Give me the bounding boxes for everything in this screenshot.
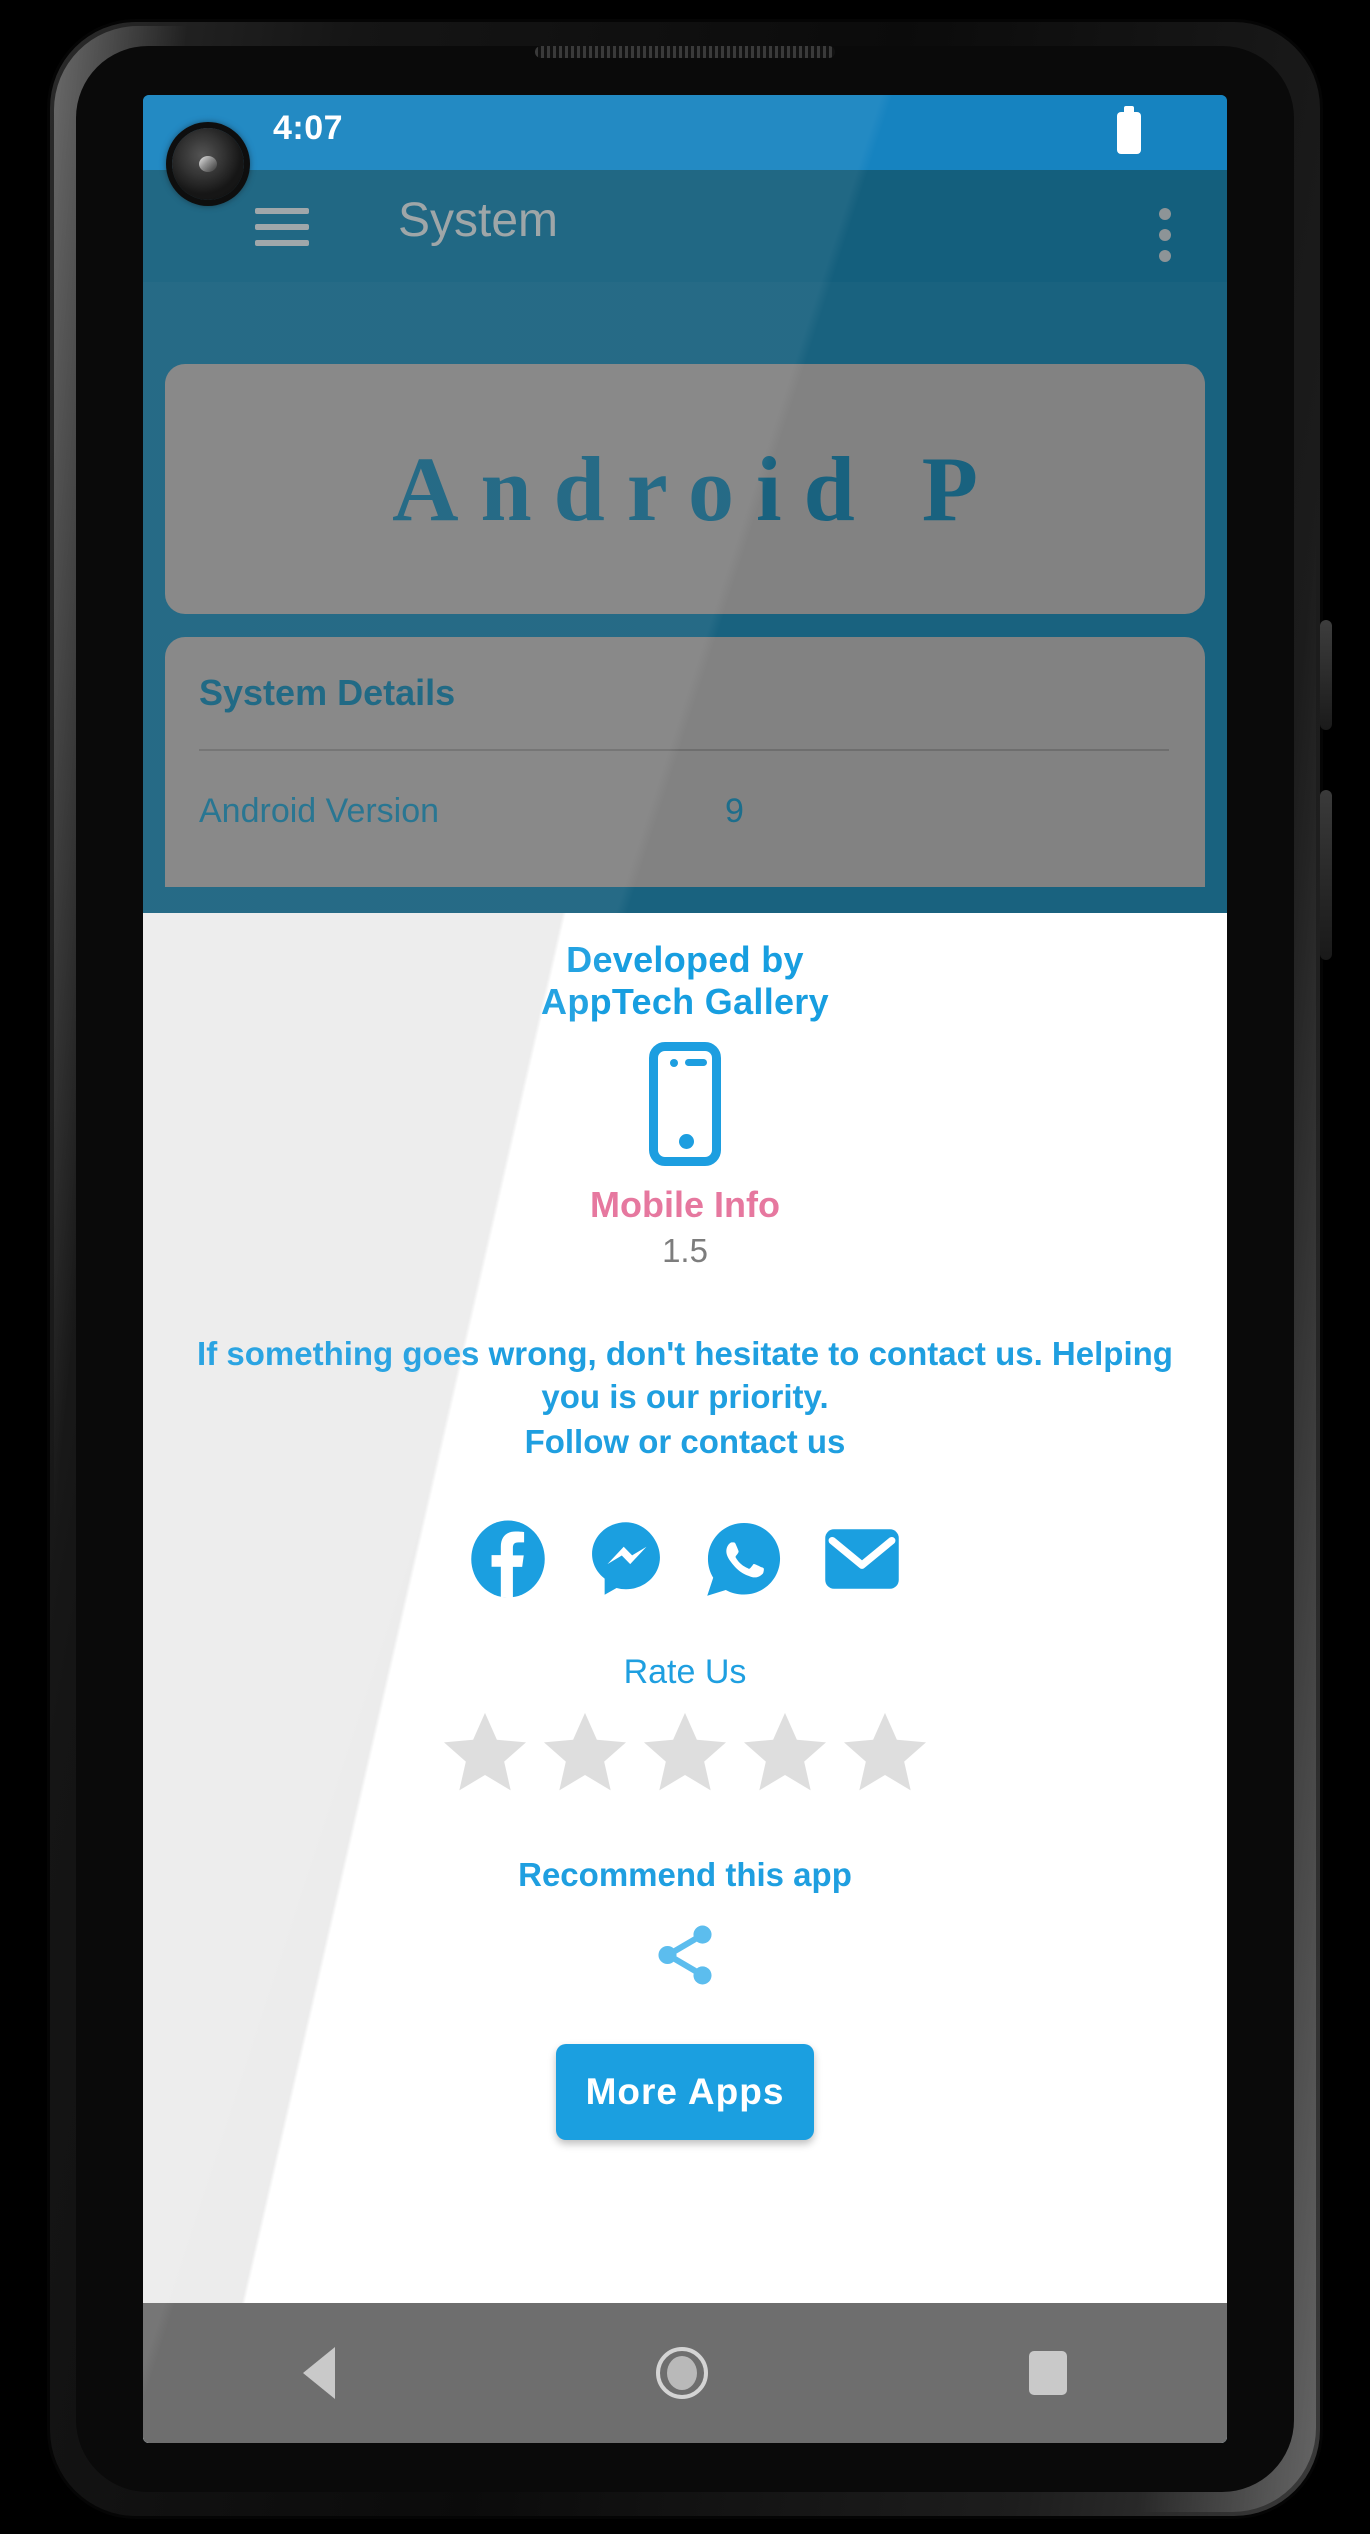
- developer-name: AppTech Gallery: [541, 981, 829, 1023]
- front-camera-punch-hole: [172, 128, 244, 200]
- phone-screen: 4:07 System Android P System Details And…: [143, 95, 1227, 2443]
- logo-home-dot: [679, 1133, 694, 1149]
- more-apps-button[interactable]: More Apps: [556, 2044, 814, 2141]
- mobile-phone-icon: [649, 1041, 721, 1166]
- overflow-menu-icon[interactable]: [1159, 208, 1171, 262]
- recents-square-icon[interactable]: [1028, 2351, 1067, 2395]
- contact-message: If something goes wrong, don't hesitate …: [197, 1334, 1173, 1416]
- about-dialog: Developed by AppTech Gallery Mobile Info…: [143, 913, 1227, 2443]
- system-details-card: System Details Android Version 9: [165, 637, 1205, 887]
- developed-by-label: Developed by: [566, 939, 804, 980]
- whatsapp-icon: [707, 1522, 781, 1596]
- detail-row-value: 9: [725, 792, 744, 830]
- detail-row-label: Android Version: [199, 792, 440, 830]
- volume-button[interactable]: [1320, 790, 1332, 960]
- hamburger-menu-icon[interactable]: [255, 208, 309, 246]
- share-icon[interactable]: [650, 1920, 720, 1990]
- share-button[interactable]: [143, 1920, 1227, 1990]
- power-button[interactable]: [1320, 620, 1332, 730]
- logo-camera-dot: [670, 1058, 678, 1067]
- earpiece-speaker: [535, 46, 835, 58]
- recommend-app-label: Recommend this app: [518, 1856, 852, 1894]
- developed-by-block: Developed by AppTech Gallery: [143, 913, 1227, 1024]
- rate-us-label: Rate Us: [623, 1653, 747, 1692]
- facebook-link[interactable]: [466, 1517, 550, 1601]
- star-icon-2[interactable]: [539, 1706, 631, 1798]
- star-icon-3[interactable]: [639, 1706, 731, 1798]
- app-name: Mobile Info: [590, 1183, 780, 1225]
- star-icon-5[interactable]: [839, 1706, 931, 1798]
- email-link[interactable]: [820, 1517, 904, 1601]
- divider: [199, 749, 1169, 751]
- whatsapp-link[interactable]: [702, 1517, 786, 1601]
- page-title: System: [398, 194, 559, 247]
- app-version: 1.5: [662, 1231, 708, 1269]
- system-details-heading: System Details: [199, 672, 456, 713]
- back-triangle-icon[interactable]: [303, 2347, 336, 2399]
- messenger-icon: [592, 1522, 660, 1595]
- status-bar: 4:07: [143, 95, 1227, 170]
- battery-full-icon: [1117, 106, 1141, 154]
- android-version-card-title: Android P: [392, 438, 1000, 540]
- facebook-icon: [471, 1520, 545, 1598]
- status-bar-clock: 4:07: [273, 109, 344, 147]
- follow-or-contact-label: Follow or contact us: [524, 1423, 846, 1461]
- home-circle-icon[interactable]: [655, 2347, 708, 2399]
- android-version-card: Android P: [165, 364, 1205, 614]
- rating-stars[interactable]: [143, 1706, 1227, 1798]
- app-bar: System: [143, 170, 1227, 282]
- email-icon: [825, 1529, 899, 1589]
- logo-speaker-slot: [685, 1058, 707, 1066]
- social-links-row: [143, 1517, 1227, 1601]
- star-icon-4[interactable]: [739, 1706, 831, 1798]
- star-icon-1[interactable]: [439, 1706, 531, 1798]
- android-navigation-bar: [143, 2303, 1227, 2443]
- messenger-link[interactable]: [584, 1517, 668, 1601]
